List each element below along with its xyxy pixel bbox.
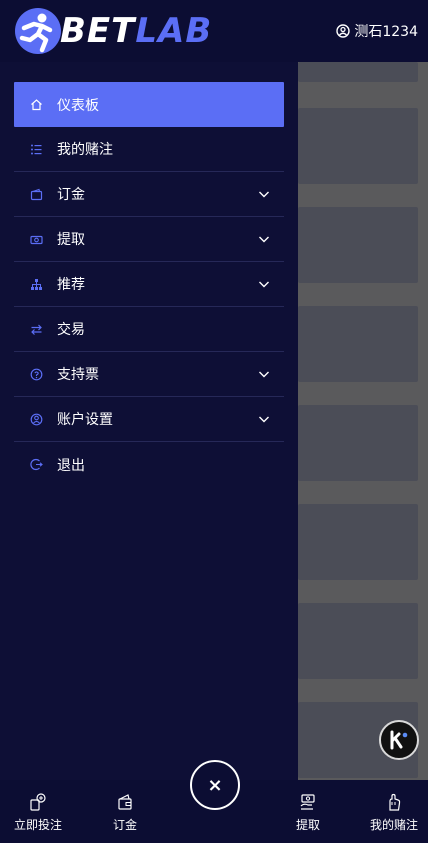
my-bets-hand-icon xyxy=(389,793,401,811)
menu-label: 我的赌注 xyxy=(57,142,113,158)
account-icon xyxy=(30,413,43,425)
logo-bet-text: BET xyxy=(60,11,136,51)
chevron-down-icon xyxy=(259,371,269,378)
menu-label: 支持票 xyxy=(57,367,99,383)
side-drawer: 仪表板 我的赌注 订金 提取 推荐 交易 支持票 账户设置 退出 xyxy=(0,62,298,780)
menu-label: 提取 xyxy=(57,232,85,248)
app-header: BETLAB 测石1234 xyxy=(0,0,428,62)
nav-deposit[interactable]: 订金 xyxy=(85,792,165,833)
nav-label: 立即投注 xyxy=(13,818,62,832)
menu-item-dashboard[interactable]: 仪表板 xyxy=(14,82,284,127)
username: 测石1234 xyxy=(354,24,418,40)
close-menu-button[interactable]: × xyxy=(190,760,240,810)
menu-item-deposit[interactable]: 订金 xyxy=(14,172,284,217)
chevron-down-icon xyxy=(259,191,269,198)
content-card xyxy=(298,306,418,382)
menu-label: 订金 xyxy=(57,187,85,203)
nav-label: 提取 xyxy=(295,818,320,832)
content-card xyxy=(298,207,418,283)
menu-label: 推荐 xyxy=(57,277,85,293)
betlab-logo[interactable]: BETLAB xyxy=(12,6,212,56)
menu-item-withdraw[interactable]: 提取 xyxy=(14,217,284,262)
content-card xyxy=(298,108,418,184)
chevron-down-icon xyxy=(259,281,269,288)
content-card xyxy=(298,405,418,481)
menu-label: 退出 xyxy=(57,457,85,474)
menu-label: 仪表板 xyxy=(57,97,99,114)
nav-label: 订金 xyxy=(112,818,137,832)
nav-label: 我的赌注 xyxy=(369,818,418,832)
logout-icon xyxy=(30,458,43,471)
deposit-wallet-icon xyxy=(118,794,132,810)
logo-text: BETLAB xyxy=(60,14,212,48)
home-icon xyxy=(31,99,42,111)
chat-float-button[interactable] xyxy=(379,720,419,760)
chevron-down-icon xyxy=(259,236,269,243)
wallet-icon xyxy=(30,188,43,200)
nav-place-bet[interactable]: 立即投注 xyxy=(0,792,78,833)
place-bet-icon xyxy=(30,793,46,811)
menu-item-referral[interactable]: 推荐 xyxy=(14,262,284,307)
logo-lab-text: LAB xyxy=(135,11,213,51)
withdraw-icon xyxy=(300,794,315,810)
help-icon xyxy=(30,368,43,380)
list-icon xyxy=(31,144,42,154)
content-card xyxy=(298,504,418,580)
menu-item-logout[interactable]: 退出 xyxy=(14,442,284,487)
content-card xyxy=(298,603,418,679)
nav-withdraw[interactable]: 提取 xyxy=(268,792,348,833)
nav-my-bets[interactable]: 我的赌注 xyxy=(354,792,428,833)
menu-label: 账户设置 xyxy=(57,412,113,428)
network-icon xyxy=(31,278,42,290)
chevron-down-icon xyxy=(259,416,269,423)
exchange-icon xyxy=(31,324,42,335)
menu-label: 交易 xyxy=(57,322,85,338)
dimmed-page-content[interactable] xyxy=(298,62,428,780)
content-card xyxy=(298,62,418,82)
menu-item-transactions[interactable]: 交易 xyxy=(14,307,284,352)
user-account[interactable]: 测石1234 xyxy=(336,21,418,41)
menu-item-account-settings[interactable]: 账户设置 xyxy=(14,397,284,442)
menu-item-support-tickets[interactable]: 支持票 xyxy=(14,352,284,397)
menu-item-my-bets[interactable]: 我的赌注 xyxy=(14,127,284,172)
k-chat-icon xyxy=(390,730,408,750)
runner-logo-icon xyxy=(15,8,61,54)
money-icon xyxy=(30,235,43,244)
user-icon xyxy=(336,24,351,38)
close-icon: × xyxy=(207,774,223,796)
